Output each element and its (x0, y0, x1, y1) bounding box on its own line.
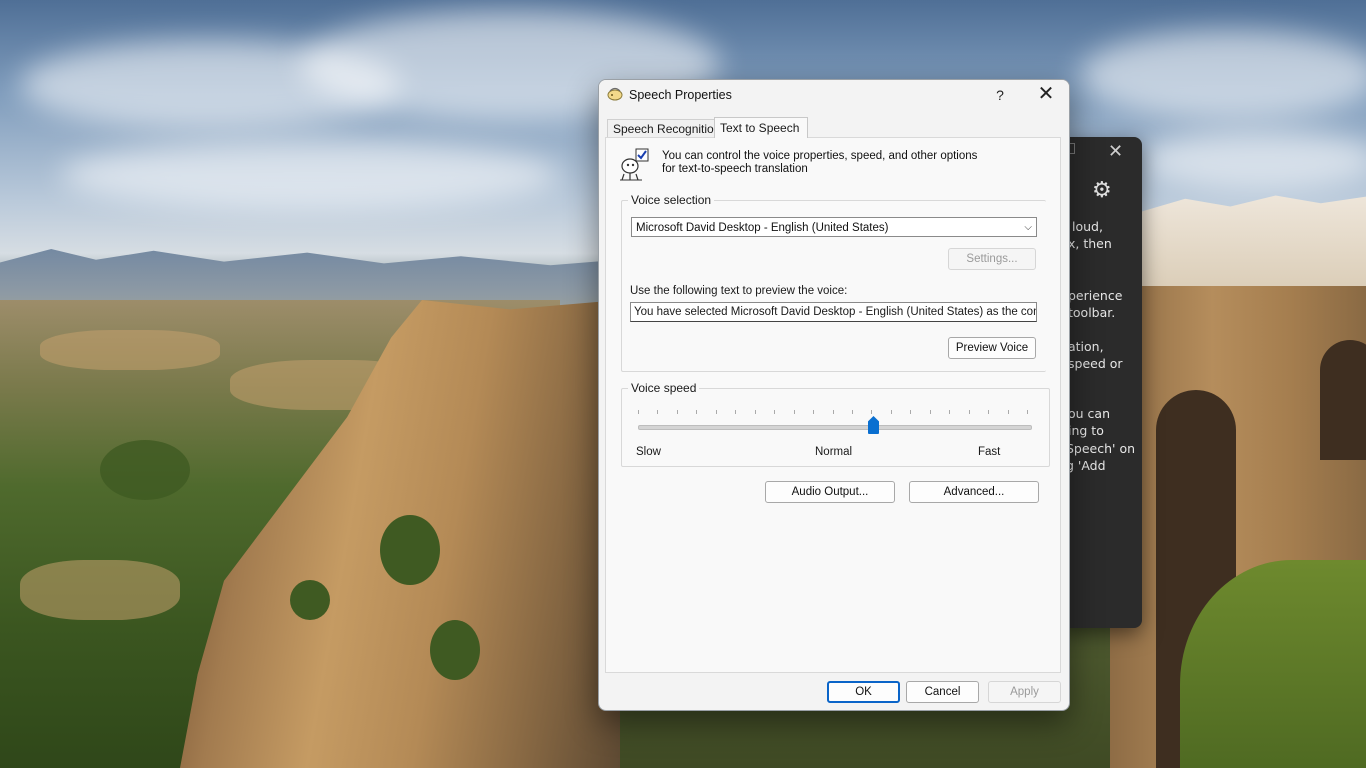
slider-tick (677, 410, 678, 414)
slider-tick (969, 410, 970, 414)
slider-tick (696, 410, 697, 414)
slider-tick (1008, 410, 1009, 414)
background-app-window: ✕ ⚙ loud, x, then perience toolbar. atio… (1060, 137, 1142, 628)
gear-icon[interactable]: ⚙ (1092, 177, 1112, 203)
slider-tick (755, 410, 756, 414)
voice-speed-slider[interactable] (638, 425, 1032, 430)
dialog-title: Speech Properties (629, 88, 732, 102)
slider-tick (1027, 410, 1028, 414)
ok-button[interactable]: OK (827, 681, 900, 703)
settings-button[interactable]: Settings... (948, 248, 1036, 270)
voice-speed-legend: Voice speed (628, 381, 700, 395)
voice-selection-legend: Voice selection (628, 193, 715, 207)
slider-tick (910, 410, 911, 414)
tab-text-to-speech[interactable]: Text to Speech (714, 117, 808, 138)
background-text-line: toolbar. (1068, 305, 1116, 320)
slider-tick (735, 410, 736, 414)
slider-tick (813, 410, 814, 414)
slider-tick (871, 410, 872, 414)
title-bar[interactable]: Speech Properties ? ✕ (599, 80, 1069, 110)
slider-tick (794, 410, 795, 414)
preview-text-label: Use the following text to preview the vo… (630, 285, 848, 297)
background-text-line: loud, (1072, 219, 1103, 234)
close-button[interactable]: ✕ (1031, 80, 1061, 110)
speech-properties-dialog: Speech Properties ? ✕ Speech Recognition… (598, 79, 1070, 711)
slider-tick (657, 410, 658, 414)
slider-tick (833, 410, 834, 414)
background-text-line: x, then (1068, 236, 1112, 251)
background-text-line: ou can (1068, 406, 1110, 421)
background-text-line: speed or (1068, 356, 1123, 371)
slow-label: Slow (636, 446, 661, 458)
slider-tick (774, 410, 775, 414)
advanced-button[interactable]: Advanced... (909, 481, 1039, 503)
voice-dropdown[interactable]: Microsoft David Desktop - English (Unite… (631, 217, 1037, 237)
background-text-line: perience (1068, 288, 1123, 303)
audio-output-button[interactable]: Audio Output... (765, 481, 895, 503)
slider-tick (716, 410, 717, 414)
cancel-button[interactable]: Cancel (906, 681, 979, 703)
slider-tick (638, 410, 639, 414)
help-button[interactable]: ? (985, 80, 1015, 110)
slider-tick (930, 410, 931, 414)
speech-character-icon (620, 148, 649, 181)
background-text-line: ing to (1068, 423, 1104, 438)
background-close-button[interactable]: ✕ (1108, 141, 1123, 162)
intro-description: You can control the voice properties, sp… (662, 150, 978, 175)
tab-speech-recognition[interactable]: Speech Recognition (607, 119, 721, 138)
slider-tick (852, 410, 853, 414)
background-text-line: Speech' on (1066, 441, 1136, 456)
apply-button[interactable]: Apply (988, 681, 1061, 703)
background-text-line: g 'Add (1066, 458, 1106, 473)
fast-label: Fast (978, 446, 1001, 458)
slider-tick (891, 410, 892, 414)
preview-text-input[interactable]: You have selected Microsoft David Deskto… (630, 302, 1037, 322)
chevron-down-icon: ⌵ (1024, 222, 1032, 233)
voice-dropdown-value: Microsoft David Desktop - English (Unite… (636, 222, 889, 234)
slider-ticks (638, 410, 1028, 416)
speech-app-icon (607, 87, 623, 101)
slider-tick (949, 410, 950, 414)
slider-tick (988, 410, 989, 414)
text-to-speech-panel: You can control the voice properties, sp… (605, 137, 1061, 673)
normal-label: Normal (815, 446, 853, 458)
preview-voice-button[interactable]: Preview Voice (948, 337, 1036, 359)
background-text-line: ation, (1068, 339, 1104, 354)
